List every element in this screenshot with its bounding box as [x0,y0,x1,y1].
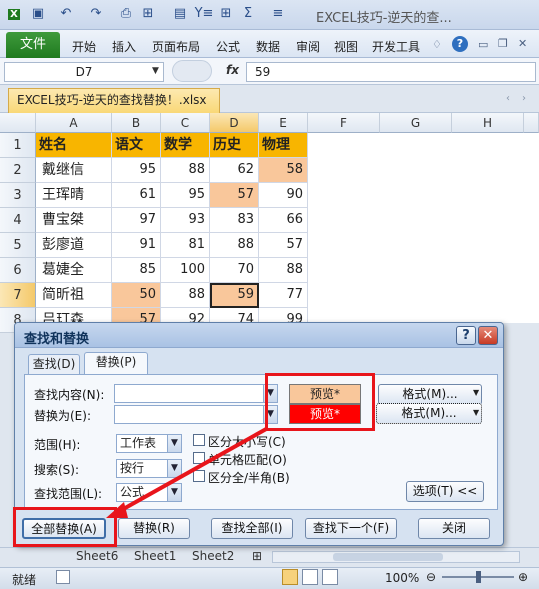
annotation-arrow [106,426,269,518]
